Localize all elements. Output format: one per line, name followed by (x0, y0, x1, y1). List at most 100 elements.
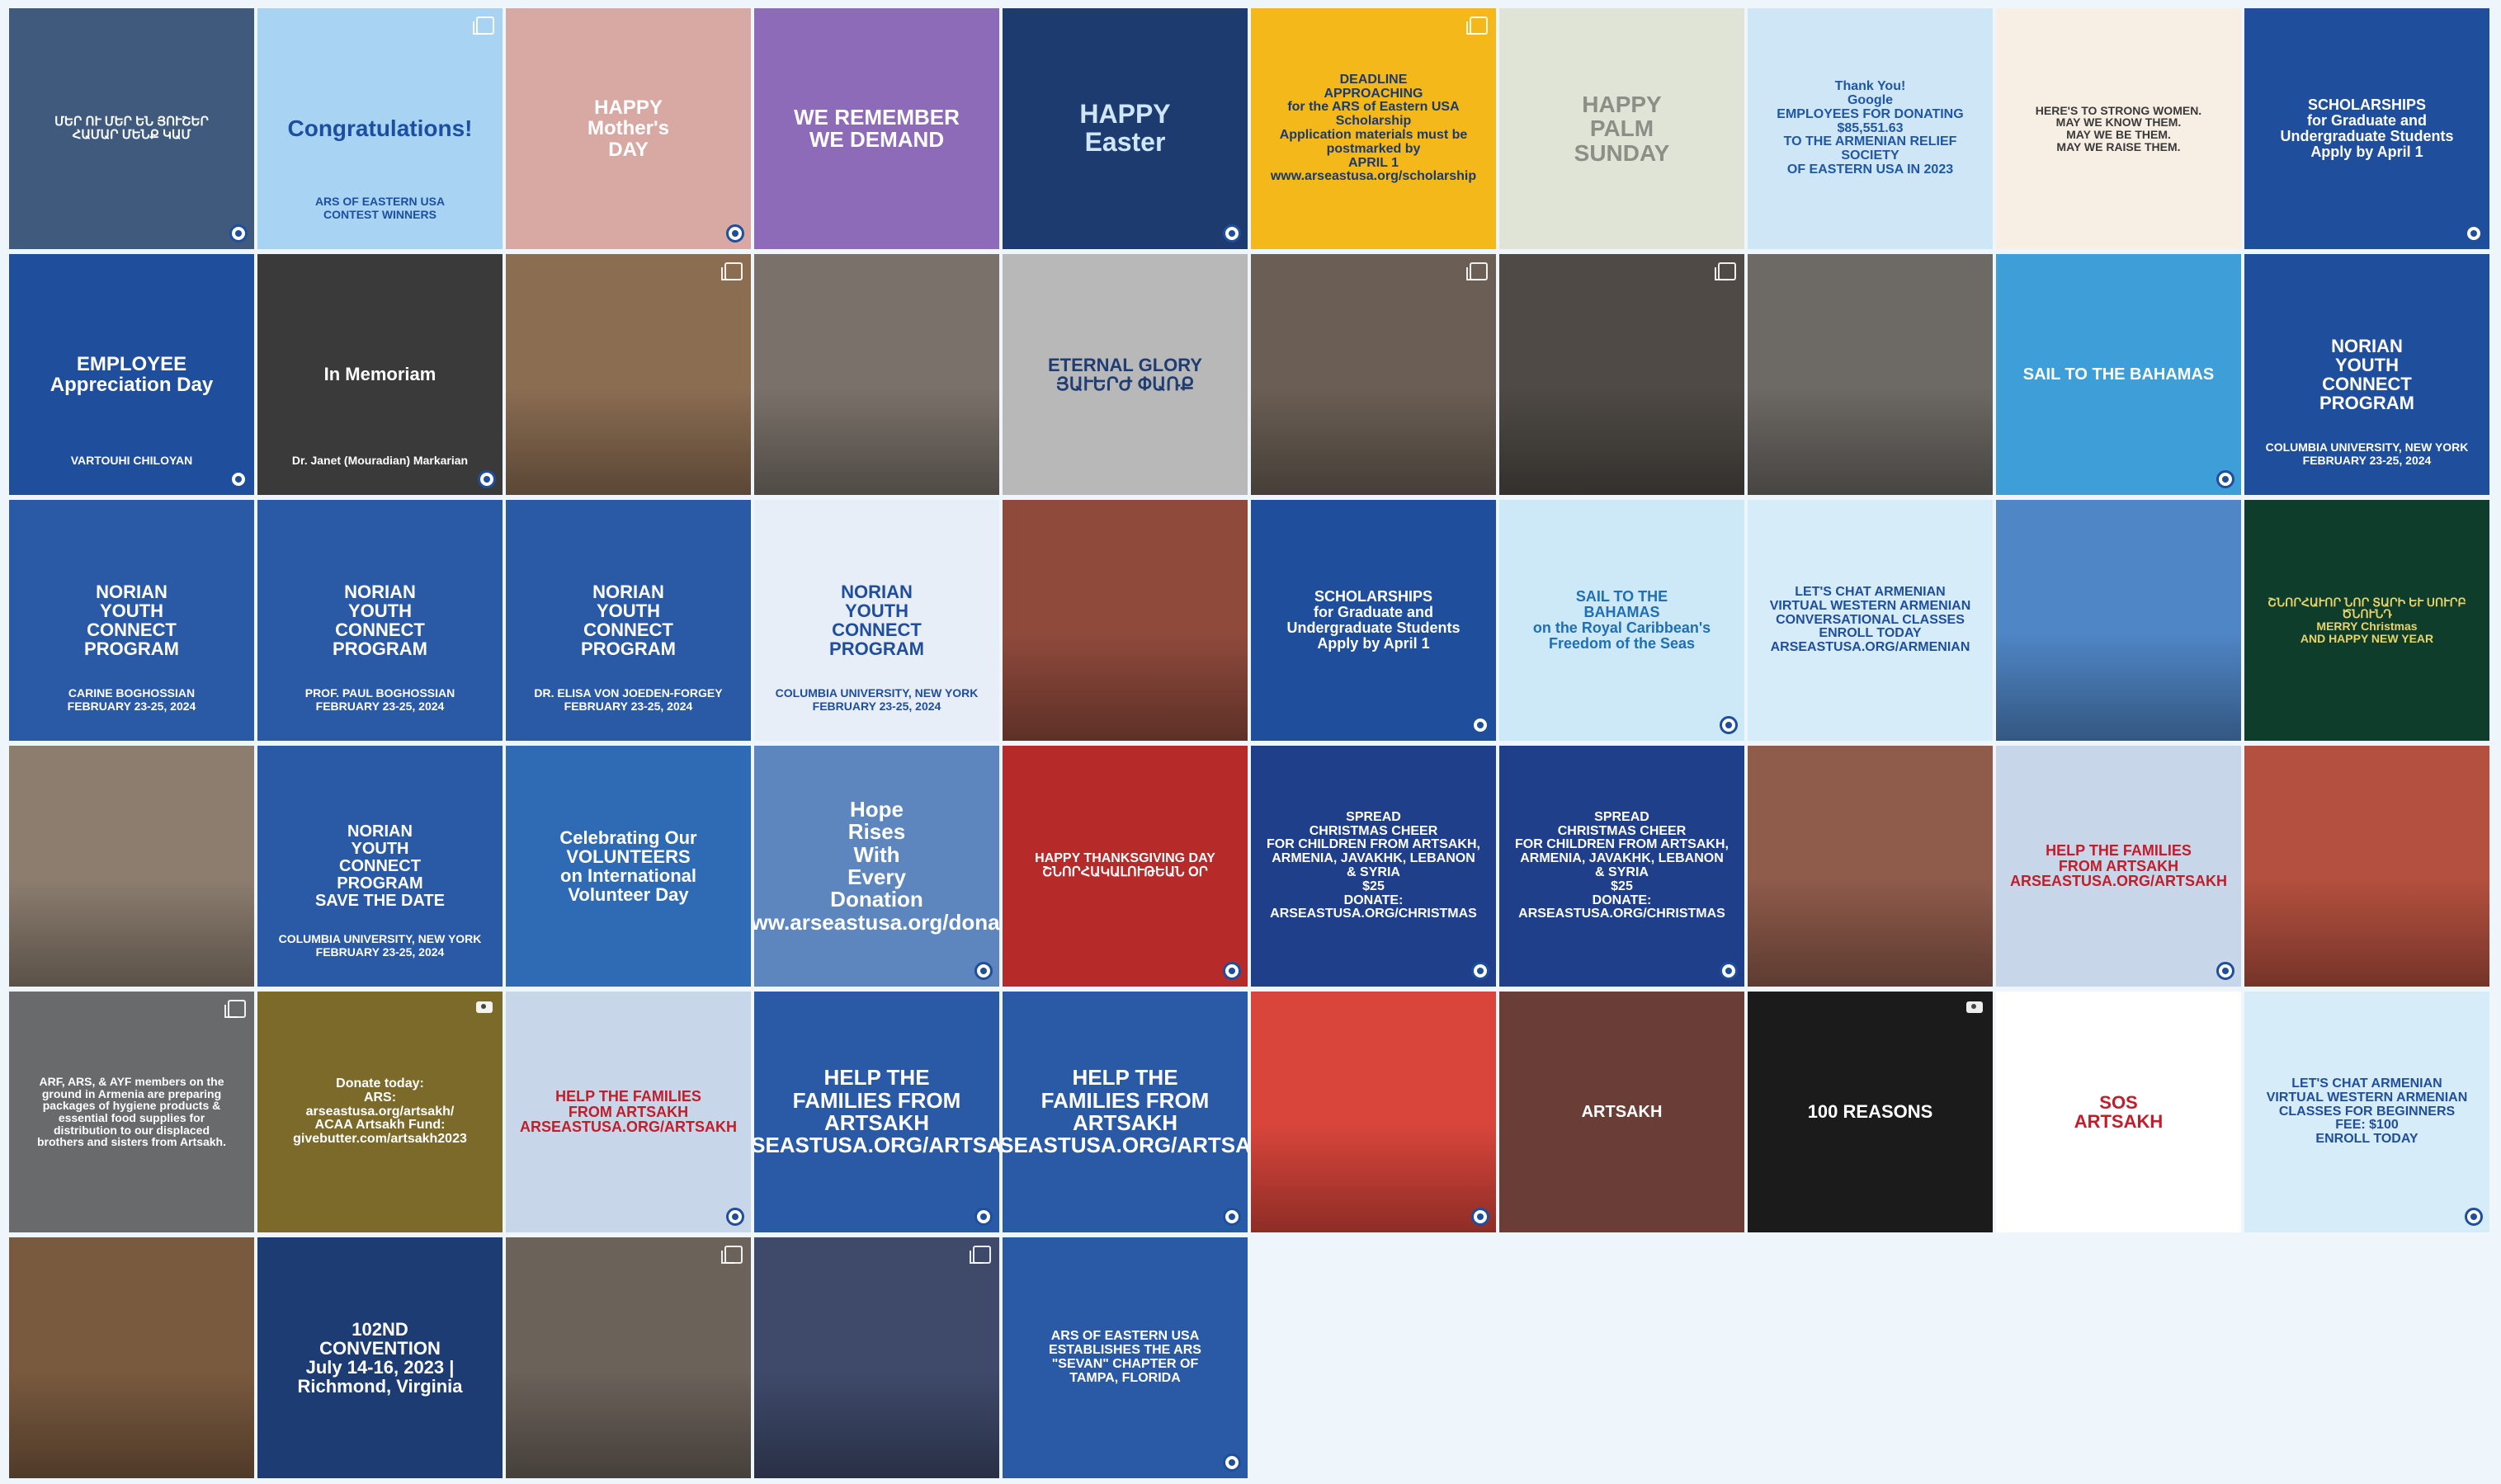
photo-shade (2244, 878, 2489, 987)
post-text: Thank You! Google EMPLOYEES FOR DONATING… (1777, 79, 1964, 177)
post-text: LET'S CHAT ARMENIAN VIRTUAL WESTERN ARME… (1769, 585, 1971, 655)
video-icon (1966, 1001, 1983, 1013)
carousel-icon (1466, 262, 1488, 280)
post-tile[interactable] (506, 1237, 751, 1478)
ars-seal-icon (2465, 1208, 2483, 1226)
post-tile[interactable]: NORIAN YOUTH CONNECT PROGRAM COLUMBIA UNI… (754, 500, 999, 741)
post-tile[interactable]: SCHOLARSHIPS for Graduate and Undergradu… (1251, 500, 1496, 741)
post-text: HAPPY Mother's DAY (587, 97, 670, 161)
post-tile[interactable]: LET'S CHAT ARMENIAN VIRTUAL WESTERN ARME… (1748, 500, 1993, 741)
post-subtext: DR. ELISA VON JOEDEN-FORGEY FEBRUARY 23-… (534, 685, 723, 713)
post-tile[interactable]: DEADLINE APPROACHING for the ARS of East… (1251, 8, 1496, 249)
post-tile[interactable]: ARF, ARS, & AYF members on the ground in… (9, 992, 254, 1232)
post-tile[interactable] (1996, 500, 2241, 741)
post-tile[interactable]: SPREAD CHRISTMAS CHEER FOR CHILDREN FROM… (1251, 746, 1496, 987)
post-text: ARTSAKH (1581, 1102, 1663, 1121)
post-tile[interactable]: 102ND CONVENTION July 14-16, 2023 | Rich… (257, 1237, 503, 1478)
post-tile[interactable]: ARS OF EASTERN USA ESTABLISHES THE ARS "… (1003, 1237, 1248, 1478)
post-tile[interactable]: NORIAN YOUTH CONNECT PROGRAM PROF. PAUL B… (257, 500, 503, 741)
post-tile[interactable]: ՄԵՐ ՈՒ ՄԵՐ ԵՆ ՅՈՒՇԵՐ ՀԱՄԱՐ ՄԵՆՔ ԿԱՄ (9, 8, 254, 249)
post-tile[interactable]: Congratulations! ARS OF EASTERN USA CONTE… (257, 8, 503, 249)
post-text: HAPPY PALM SUNDAY (1574, 91, 1670, 166)
post-tile[interactable] (1003, 500, 1248, 741)
post-tile[interactable]: HAPPY PALM SUNDAY (1499, 8, 1744, 249)
post-tile[interactable]: ՇՆՈՐՀԱՒՈՐ ՆՈՐ ՏԱՐԻ ԵՒ ՍՈՒՐԲ ԾՆՈՒՆԴ MERRY… (2244, 500, 2489, 741)
post-tile[interactable]: 100 REASONS (1748, 992, 1993, 1232)
post-text: SPREAD CHRISTMAS CHEER FOR CHILDREN FROM… (1515, 809, 1729, 921)
post-tile[interactable]: Hope Rises With Every Donation www.arsea… (754, 746, 999, 987)
ars-seal-icon (1223, 1208, 1241, 1226)
post-tile[interactable] (1251, 254, 1496, 495)
post-tile[interactable]: HELP THE FAMILIES FROM ARTSAKH ARSEASTUS… (754, 992, 999, 1232)
post-tile[interactable] (506, 254, 751, 495)
post-tile[interactable] (1748, 254, 1993, 495)
post-tile[interactable]: SPREAD CHRISTMAS CHEER FOR CHILDREN FROM… (1499, 746, 1744, 987)
post-text: SPREAD CHRISTMAS CHEER FOR CHILDREN FROM… (1267, 809, 1480, 921)
post-text: HERE'S TO STRONG WOMEN. MAY WE KNOW THEM… (2035, 103, 2202, 153)
post-tile[interactable]: WE REMEMBER WE DEMAND (754, 8, 999, 249)
post-text: LET'S CHAT ARMENIAN VIRTUAL WESTERN ARME… (2266, 1076, 2468, 1147)
post-text: SAIL TO THE BAHAMAS (2022, 365, 2215, 384)
post-tile[interactable]: HAPPY Easter (1003, 8, 1248, 249)
post-tile[interactable] (1251, 992, 1496, 1232)
post-tile[interactable]: Donate today: ARS: arseastusa.org/artsak… (257, 992, 503, 1232)
post-text: HELP THE FAMILIES FROM ARTSAKH ARSEASTUS… (520, 1087, 738, 1136)
post-text: HELP THE FAMILIES FROM ARTSAKH ARSEASTUS… (1003, 1065, 1248, 1158)
post-tile[interactable] (1499, 254, 1744, 495)
post-tile[interactable]: NORIAN YOUTH CONNECT PROGRAM DR. ELISA VO… (506, 500, 751, 741)
post-text: HELP THE FAMILIES FROM ARTSAKH ARSEASTUS… (2010, 841, 2228, 890)
post-tile[interactable]: HELP THE FAMILIES FROM ARTSAKH ARSEASTUS… (1003, 992, 1248, 1232)
ars-seal-icon (229, 470, 248, 488)
ars-seal-icon (1720, 716, 1738, 734)
photo-shade (9, 1369, 254, 1478)
post-tile[interactable] (754, 1237, 999, 1478)
post-tile[interactable]: HELP THE FAMILIES FROM ARTSAKH ARSEASTUS… (506, 992, 751, 1232)
post-tile[interactable]: SAIL TO THE BAHAMAS on the Royal Caribbe… (1499, 500, 1744, 741)
post-text: SCHOLARSHIPS for Graduate and Undergradu… (1286, 588, 1460, 652)
carousel-icon (1715, 262, 1736, 280)
post-tile[interactable]: In Memoriam Dr. Janet (Mouradian) Markari… (257, 254, 503, 495)
post-subtext: Dr. Janet (Mouradian) Markarian (291, 453, 469, 467)
ars-seal-icon (1471, 962, 1489, 980)
post-tile[interactable]: ETERNAL GLORY ՅԱՒԵՐԺ ՓԱՌՔ (1003, 254, 1248, 495)
post-tile[interactable]: EMPLOYEE Appreciation Day VARTOUHI CHILOY… (9, 254, 254, 495)
carousel-icon (721, 1246, 743, 1264)
ars-seal-icon (726, 1208, 744, 1226)
post-tile[interactable]: SCHOLARSHIPS for Graduate and Undergradu… (2244, 8, 2489, 249)
post-tile[interactable]: LET'S CHAT ARMENIAN VIRTUAL WESTERN ARME… (2244, 992, 2489, 1232)
post-tile[interactable]: HELP THE FAMILIES FROM ARTSAKH ARSEASTUS… (1996, 746, 2241, 987)
post-tile[interactable]: NORIAN YOUTH CONNECT PROGRAM COLUMBIA UNI… (2244, 254, 2489, 495)
post-subtext: COLUMBIA UNIVERSITY, NEW YORK FEBRUARY 2… (775, 685, 979, 713)
post-tile[interactable]: SAIL TO THE BAHAMAS (1996, 254, 2241, 495)
ars-seal-icon (2465, 224, 2483, 243)
post-tile[interactable]: SOS ARTSAKH (1996, 992, 2241, 1232)
post-tile[interactable] (9, 746, 254, 987)
post-subtext: PROF. PAUL BOGHOSSIAN FEBRUARY 23-25, 20… (304, 685, 455, 713)
post-text: ՇՆՈՐՀԱՒՈՐ ՆՈՐ ՏԱՐԻ ԵՒ ՍՈՒՐԲ ԾՆՈՒՆԴ MERRY… (2267, 595, 2466, 645)
post-tile[interactable] (9, 1237, 254, 1478)
carousel-icon (721, 262, 743, 280)
post-text: 102ND CONVENTION July 14-16, 2023 | Rich… (297, 1318, 463, 1397)
post-text: Celebrating Our VOLUNTEERS on Internatio… (559, 827, 697, 906)
post-text: HAPPY THANKSGIVING DAY ՇՆՈՐՀԱԿԱԼՈՒԹԵԱՆ Օ… (1035, 851, 1215, 879)
post-tile[interactable]: Thank You! Google EMPLOYEES FOR DONATING… (1748, 8, 1993, 249)
post-text: ՄԵՐ ՈՒ ՄԵՐ ԵՆ ՅՈՒՇԵՐ ՀԱՄԱՐ ՄԵՆՔ ԿԱՄ (54, 115, 209, 142)
post-tile[interactable]: HAPPY Mother's DAY (506, 8, 751, 249)
ars-seal-icon (1720, 962, 1738, 980)
post-subtext: COLUMBIA UNIVERSITY, NEW YORK FEBRUARY 2… (2265, 440, 2469, 467)
post-subtext: COLUMBIA UNIVERSITY, NEW YORK FEBRUARY 2… (278, 931, 482, 959)
post-text: Donate today: ARS: arseastusa.org/artsak… (293, 1076, 467, 1147)
photo-shade (1003, 632, 1248, 741)
post-tile[interactable] (1748, 746, 1993, 987)
post-tile[interactable]: NORIAN YOUTH CONNECT PROGRAM SAVE THE DA… (257, 746, 503, 987)
post-tile[interactable]: HAPPY THANKSGIVING DAY ՇՆՈՐՀԱԿԱԼՈՒԹԵԱՆ Օ… (1003, 746, 1248, 987)
post-tile[interactable]: Celebrating Our VOLUNTEERS on Internatio… (506, 746, 751, 987)
post-tile[interactable] (2244, 746, 2489, 987)
post-text: SOS ARTSAKH (2074, 1091, 2164, 1132)
post-tile[interactable]: NORIAN YOUTH CONNECT PROGRAM CARINE BOGHO… (9, 500, 254, 741)
post-tile[interactable]: ARTSAKH (1499, 992, 1744, 1232)
photo-shade (754, 386, 999, 495)
post-subtext: VARTOUHI CHILOYAN (70, 453, 193, 467)
post-tile[interactable] (754, 254, 999, 495)
post-tile[interactable]: HERE'S TO STRONG WOMEN. MAY WE KNOW THEM… (1996, 8, 2241, 249)
